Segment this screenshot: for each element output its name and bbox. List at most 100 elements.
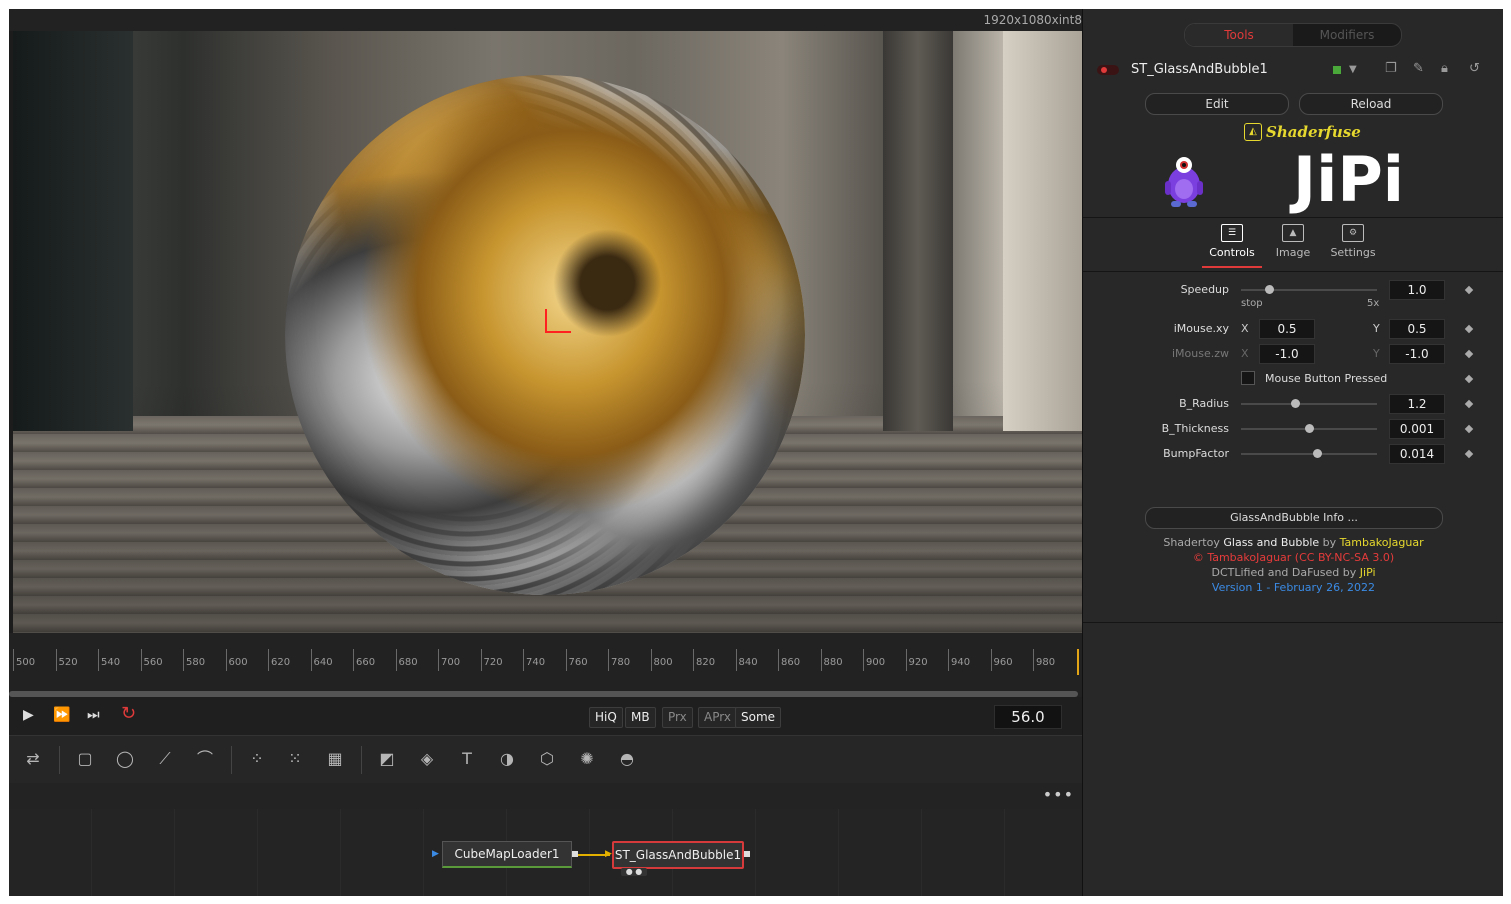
mouse-button-label: Mouse Button Pressed — [1265, 372, 1388, 385]
credit-license[interactable]: © TambakoJaguar (CC BY-NC-SA 3.0) — [1083, 550, 1503, 565]
info-button[interactable]: GlassAndBubble Info ... — [1145, 507, 1443, 529]
merge-3d-icon[interactable]: ◑ — [495, 749, 519, 769]
monster-mascot-icon — [1165, 157, 1203, 207]
lock-icon[interactable]: 🔒︎ — [1441, 61, 1448, 76]
bumpfactor-knob[interactable] — [1313, 449, 1322, 458]
go-to-end-icon[interactable]: ⏭ — [87, 707, 100, 723]
some-button[interactable]: Some — [735, 707, 782, 728]
playhead[interactable] — [1077, 649, 1079, 675]
bspline-mask-icon[interactable]: ⌒ — [193, 749, 217, 769]
tab-controls[interactable]: ☰ Controls — [1202, 224, 1262, 259]
tool-color-swatch[interactable] — [1333, 66, 1341, 74]
cubemap-loader-node[interactable]: CubeMapLoader1 — [442, 841, 572, 868]
viewer[interactable] — [13, 31, 1082, 633]
timeline-ruler[interactable]: 500 520 540 560 580 600 620 640 660 680 700 720 740 7… — [9, 633, 1082, 697]
mouse-gizmo[interactable] — [545, 309, 575, 349]
tab-modifiers[interactable]: Modifiers — [1293, 24, 1401, 46]
ruler-tick: 800 — [650, 649, 673, 671]
play-icon[interactable]: ▶ — [23, 707, 34, 723]
loop-icon[interactable]: ↻ — [121, 703, 136, 724]
b-radius-slider[interactable] — [1241, 399, 1377, 408]
ruler-tick: 580 — [183, 649, 205, 671]
imouse-zw-keyframe-icon[interactable] — [1464, 349, 1474, 359]
node-editor[interactable]: ▶ CubeMapLoader1 ▶ ST_GlassAndBubble1 ● … — [9, 809, 1082, 896]
speedup-slider[interactable] — [1241, 285, 1377, 294]
bumpfactor-slider[interactable] — [1241, 449, 1377, 458]
imouse-xy-x-field[interactable]: 0.5 — [1259, 319, 1315, 339]
version-icon[interactable]: ❐ — [1385, 61, 1397, 76]
credit-version: Version 1 - February 26, 2022 — [1211, 581, 1376, 594]
fast-forward-icon[interactable]: ⏩ — [53, 707, 70, 723]
b-thickness-keyframe-icon[interactable] — [1464, 424, 1474, 434]
shape-3d-icon[interactable]: ◈ — [415, 749, 439, 769]
edit-button[interactable]: Edit — [1145, 93, 1289, 115]
ellipse-mask-icon[interactable]: ◯ — [113, 749, 137, 769]
bumpfactor-keyframe-icon[interactable] — [1464, 449, 1474, 459]
credit-shader-name[interactable]: Glass and Bubble — [1223, 536, 1319, 549]
imouse-xy-y-field[interactable]: 0.5 — [1389, 319, 1445, 339]
imouse-zw-x-label: X — [1241, 347, 1249, 360]
particle-style-icon[interactable]: ▦ — [323, 749, 347, 769]
viewer-resolution: 1920x1080xint8 — [983, 13, 1082, 27]
bumpfactor-label: BumpFactor — [1163, 447, 1229, 460]
renderer-3d-icon[interactable]: ◓ — [615, 749, 639, 769]
image-plane-3d-icon[interactable]: ◩ — [375, 749, 399, 769]
credit-author-link[interactable]: TambakoJaguar — [1340, 536, 1424, 549]
more-options-icon[interactable]: ••• — [1043, 785, 1074, 804]
current-frame-field[interactable]: 56.0 — [994, 705, 1062, 729]
reload-button[interactable]: Reload — [1299, 93, 1443, 115]
speedup-field[interactable]: 1.0 — [1389, 280, 1445, 300]
tab-image[interactable]: ▲ Image — [1263, 224, 1323, 259]
tab-tools[interactable]: Tools — [1185, 24, 1293, 46]
spotlight-icon[interactable]: ✺ — [575, 749, 599, 769]
bumpfactor-field[interactable]: 0.014 — [1389, 444, 1445, 464]
imouse-xy-keyframe-icon[interactable] — [1464, 324, 1474, 334]
hiq-button[interactable]: HiQ — [589, 707, 623, 728]
b-radius-knob[interactable] — [1291, 399, 1300, 408]
polygon-mask-icon[interactable]: ⟋ — [153, 749, 177, 769]
shader-output-port[interactable] — [744, 851, 750, 857]
rectangle-mask-icon[interactable]: ▢ — [73, 749, 97, 769]
tab-settings[interactable]: ⚙ Settings — [1323, 224, 1383, 259]
camera-3d-icon[interactable]: ⬡ — [535, 749, 559, 769]
reset-icon[interactable]: ↺ — [1469, 61, 1480, 76]
imouse-zw-y-field[interactable]: -1.0 — [1389, 344, 1445, 364]
aprx-button[interactable]: APrx — [698, 707, 737, 728]
b-radius-field[interactable]: 1.2 — [1389, 394, 1445, 414]
node-preview-dots-icon[interactable]: ● ● — [621, 868, 647, 876]
particle-emitter-icon[interactable]: ⁘ — [245, 749, 269, 769]
pin-icon[interactable]: ✎ — [1413, 61, 1424, 76]
ruler-tick: 920 — [905, 649, 928, 671]
ruler-tick: 720 — [480, 649, 503, 671]
prx-button[interactable]: Prx — [662, 707, 693, 728]
speedup-knob[interactable] — [1265, 285, 1274, 294]
credit-by: by — [1322, 536, 1337, 549]
imouse-xy-label: iMouse.xy — [1173, 322, 1229, 335]
b-radius-keyframe-icon[interactable] — [1464, 399, 1474, 409]
mouse-button-checkbox[interactable] — [1241, 371, 1255, 385]
ruler-tick: 500 — [13, 649, 35, 671]
speedup-keyframe-icon[interactable] — [1464, 285, 1474, 295]
tool-enable-toggle[interactable] — [1097, 65, 1119, 75]
image-icon: ▲ — [1282, 224, 1304, 242]
b-thickness-field[interactable]: 0.001 — [1389, 419, 1445, 439]
mb-button[interactable]: MB — [625, 707, 656, 728]
particle-render-icon[interactable]: ⁙ — [283, 749, 307, 769]
b-thickness-slider[interactable] — [1241, 424, 1377, 433]
ruler-tick: 820 — [693, 649, 715, 671]
text-3d-icon[interactable]: T — [455, 749, 479, 769]
active-tab-indicator — [1202, 266, 1262, 268]
shaderfuse-logo: ◭ Shaderfuse — [1244, 121, 1361, 141]
shaderfuse-icon: ◭ — [1244, 122, 1262, 141]
chevron-down-icon[interactable]: ▼ — [1349, 64, 1357, 75]
imouse-zw-x-field[interactable]: -1.0 — [1259, 344, 1315, 364]
imouse-xy-x-label: X — [1241, 322, 1249, 335]
mouse-button-keyframe-icon[interactable] — [1464, 374, 1474, 384]
ruler-tick: 780 — [608, 649, 630, 671]
ruler-tick: 760 — [565, 649, 588, 671]
shader-node[interactable]: ST_GlassAndBubble1 — [612, 841, 744, 869]
b-thickness-knob[interactable] — [1305, 424, 1314, 433]
background-tool-icon[interactable]: ⇄ — [21, 749, 45, 769]
credit-porter-link[interactable]: JiPi — [1360, 566, 1376, 579]
speedup-max-label: 5x — [1367, 298, 1380, 309]
